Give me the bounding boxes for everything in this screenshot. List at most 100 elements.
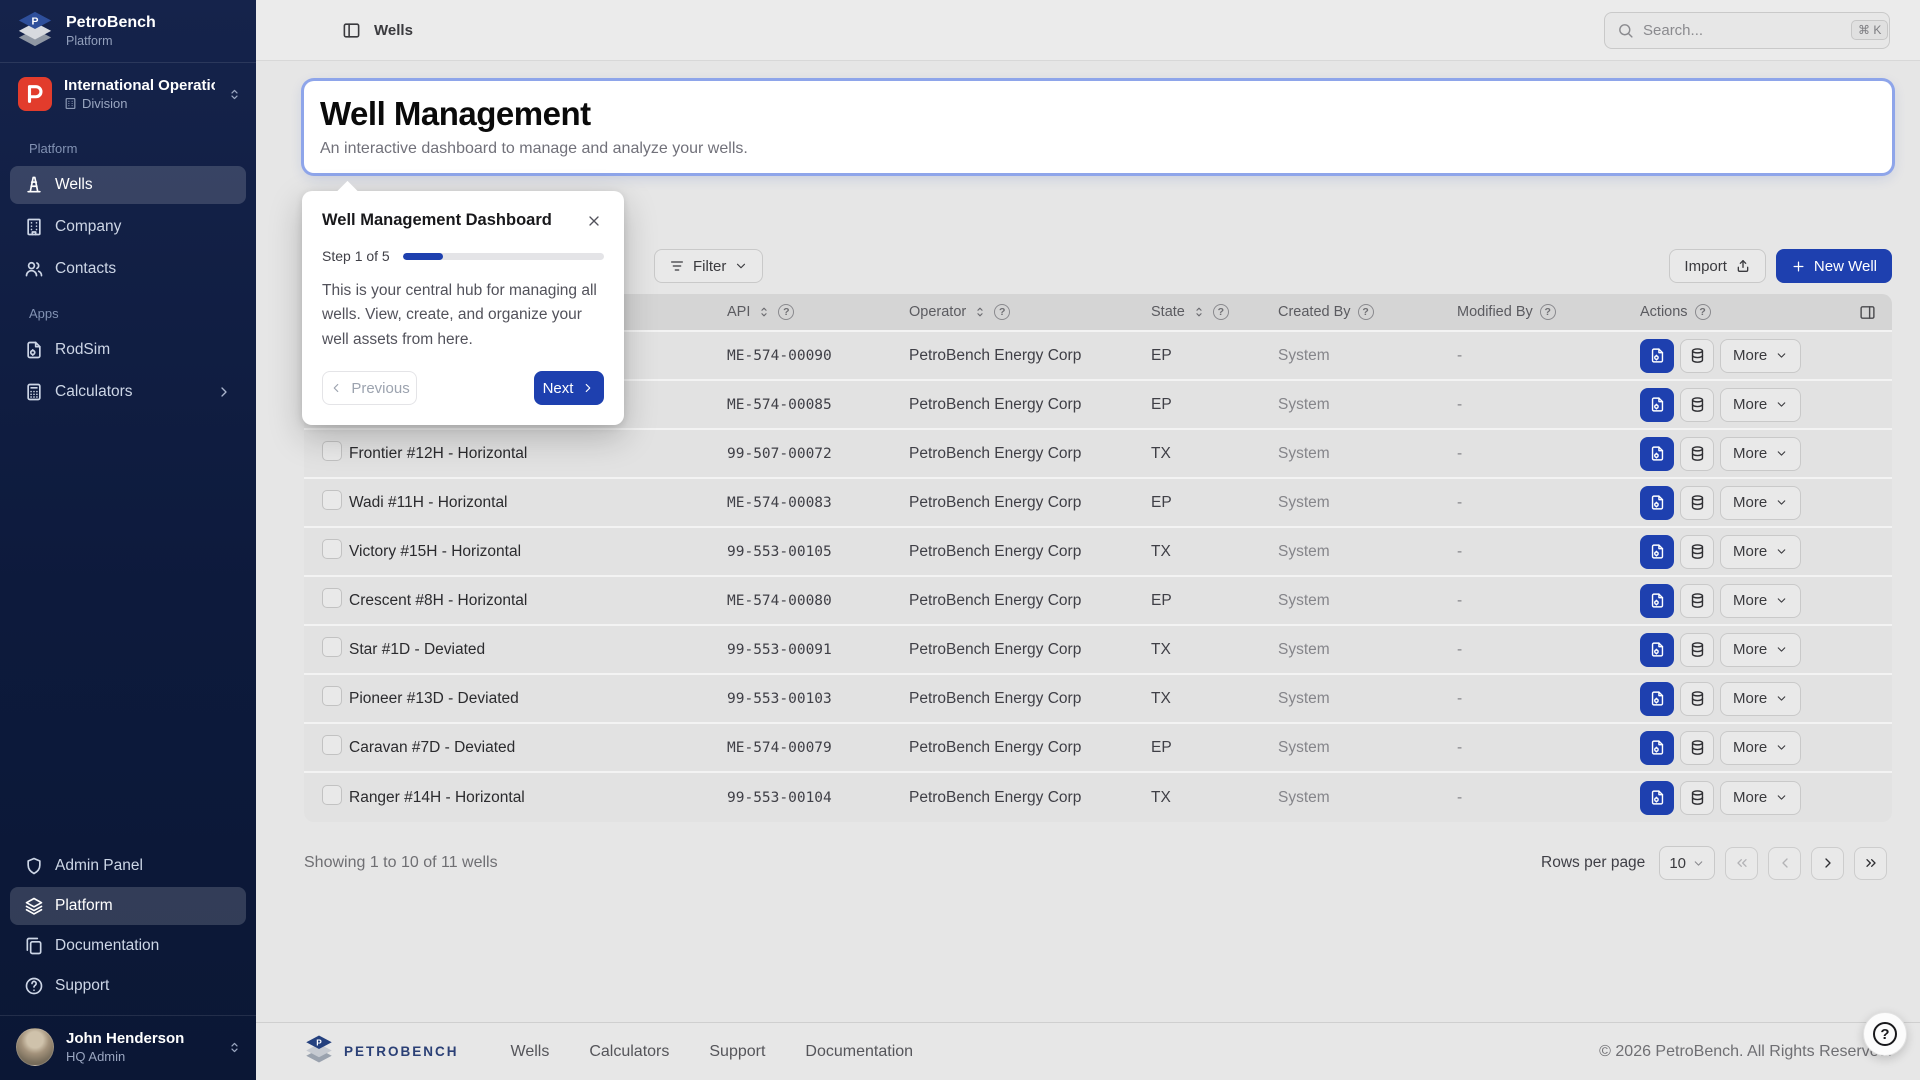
rodsim-action-button[interactable]	[1640, 437, 1674, 471]
database-action-button[interactable]	[1680, 437, 1714, 471]
sidebar-item-platform[interactable]: Platform	[10, 887, 246, 925]
database-action-button[interactable]	[1680, 584, 1714, 618]
rodsim-action-button[interactable]	[1640, 682, 1674, 716]
help-circle-icon[interactable]: ?	[994, 304, 1010, 320]
more-button[interactable]: More	[1720, 535, 1801, 569]
help-circle-icon[interactable]: ?	[1358, 304, 1374, 320]
sidebar-item-wells[interactable]: Wells	[10, 166, 246, 204]
filter-button[interactable]: Filter	[654, 249, 763, 283]
table-row[interactable]: Ranger #14H - Horizontal 99-553-00104 Pe…	[304, 773, 1892, 822]
import-button[interactable]: Import	[1669, 249, 1766, 283]
row-checkbox[interactable]	[322, 637, 342, 657]
more-button[interactable]: More	[1720, 339, 1801, 373]
sort-icon[interactable]	[973, 305, 987, 319]
sidebar-item-label: RodSim	[55, 341, 110, 359]
sidebar-item-rodsim[interactable]: RodSim	[10, 331, 246, 369]
footer-link-documentation[interactable]: Documentation	[805, 1043, 913, 1061]
more-button[interactable]: More	[1720, 633, 1801, 667]
sort-icon[interactable]	[1192, 305, 1206, 319]
user-menu[interactable]: John Henderson HQ Admin	[0, 1016, 256, 1080]
row-checkbox[interactable]	[322, 490, 342, 510]
more-button[interactable]: More	[1720, 682, 1801, 716]
footer-link-wells[interactable]: Wells	[511, 1043, 550, 1061]
page-breadcrumb: Wells	[374, 22, 413, 39]
sidebar-toggle-icon[interactable]	[342, 21, 361, 40]
row-checkbox[interactable]	[322, 785, 342, 805]
database-action-button[interactable]	[1680, 486, 1714, 520]
shield-icon	[24, 856, 44, 876]
row-checkbox[interactable]	[322, 539, 342, 559]
global-search[interactable]: ⌘ K	[1604, 12, 1890, 49]
help-fab-button[interactable]: ?	[1863, 1012, 1907, 1056]
svg-text:P: P	[32, 16, 39, 27]
next-page-button[interactable]	[1811, 847, 1844, 880]
page-subtitle: An interactive dashboard to manage and a…	[320, 140, 1876, 158]
rodsim-action-button[interactable]	[1640, 388, 1674, 422]
help-circle-icon[interactable]: ?	[1695, 304, 1711, 320]
database-action-button[interactable]	[1680, 388, 1714, 422]
help-circle-icon[interactable]: ?	[778, 304, 794, 320]
table-row[interactable]: Caravan #7D - Deviated ME-574-00079 Petr…	[304, 724, 1892, 773]
database-action-button[interactable]	[1680, 731, 1714, 765]
help-circle-icon[interactable]: ?	[1213, 304, 1229, 320]
rows-per-page-select[interactable]: 10	[1659, 846, 1715, 880]
next-step-button[interactable]: Next	[534, 371, 604, 405]
footer-link-calculators[interactable]: Calculators	[589, 1043, 669, 1061]
columns-icon[interactable]	[1859, 304, 1876, 321]
rodsim-action-button[interactable]	[1640, 486, 1674, 520]
row-checkbox[interactable]	[322, 686, 342, 706]
sidebar-item-label: Platform	[55, 897, 113, 915]
last-page-button[interactable]	[1854, 847, 1887, 880]
rodsim-action-button[interactable]	[1640, 731, 1674, 765]
database-action-button[interactable]	[1680, 535, 1714, 569]
sidebar-item-documentation[interactable]: Documentation	[10, 927, 246, 965]
footer-brand-name: PETROBENCH	[344, 1044, 459, 1059]
rodsim-action-button[interactable]	[1640, 584, 1674, 618]
previous-page-button[interactable]	[1768, 847, 1801, 880]
sidebar-item-contacts[interactable]: Contacts	[10, 250, 246, 288]
close-icon[interactable]	[584, 211, 604, 231]
footer-link-support[interactable]: Support	[709, 1043, 765, 1061]
chevron-down-icon	[1775, 791, 1788, 804]
table-row[interactable]: Pioneer #13D - Deviated 99-553-00103 Pet…	[304, 675, 1892, 724]
table-row[interactable]: Frontier #12H - Horizontal 99-507-00072 …	[304, 430, 1892, 479]
row-checkbox[interactable]	[322, 441, 342, 461]
new-well-button[interactable]: New Well	[1776, 249, 1892, 283]
first-page-button[interactable]	[1725, 847, 1758, 880]
rows-per-page-label: Rows per page	[1541, 854, 1645, 872]
table-row[interactable]: Crescent #8H - Horizontal ME-574-00080 P…	[304, 577, 1892, 626]
docs-icon	[24, 936, 44, 956]
database-action-button[interactable]	[1680, 339, 1714, 373]
database-action-button[interactable]	[1680, 682, 1714, 716]
table-row[interactable]: Star #1D - Deviated 99-553-00091 PetroBe…	[304, 626, 1892, 675]
more-button[interactable]: More	[1720, 731, 1801, 765]
rodsim-action-button[interactable]	[1640, 781, 1674, 815]
sidebar-item-admin-panel[interactable]: Admin Panel	[10, 847, 246, 885]
more-button[interactable]: More	[1720, 781, 1801, 815]
search-input[interactable]	[1643, 22, 1842, 39]
sidebar-item-label: Documentation	[55, 937, 159, 955]
org-switcher[interactable]: International Operatio Division	[0, 63, 256, 125]
rodsim-action-button[interactable]	[1640, 339, 1674, 373]
more-button[interactable]: More	[1720, 437, 1801, 471]
more-button[interactable]: More	[1720, 486, 1801, 520]
sidebar-item-company[interactable]: Company	[10, 208, 246, 246]
sort-icon[interactable]	[757, 305, 771, 319]
rodsim-action-button[interactable]	[1640, 633, 1674, 667]
sidebar-item-support[interactable]: Support	[10, 967, 246, 1005]
sidebar-item-calculators[interactable]: Calculators	[10, 373, 246, 411]
page-header-card: Well Management An interactive dashboard…	[304, 81, 1892, 173]
database-action-button[interactable]	[1680, 633, 1714, 667]
more-button[interactable]: More	[1720, 584, 1801, 618]
row-checkbox[interactable]	[322, 735, 342, 755]
rodsim-action-button[interactable]	[1640, 535, 1674, 569]
division-building-icon	[64, 97, 77, 110]
help-circle-icon[interactable]: ?	[1540, 304, 1556, 320]
table-row[interactable]: Wadi #11H - Horizontal ME-574-00083 Petr…	[304, 479, 1892, 528]
table-row[interactable]: Victory #15H - Horizontal 99-553-00105 P…	[304, 528, 1892, 577]
avatar	[16, 1028, 54, 1066]
more-button[interactable]: More	[1720, 388, 1801, 422]
row-checkbox[interactable]	[322, 588, 342, 608]
previous-step-button[interactable]: Previous	[322, 371, 417, 405]
database-action-button[interactable]	[1680, 781, 1714, 815]
